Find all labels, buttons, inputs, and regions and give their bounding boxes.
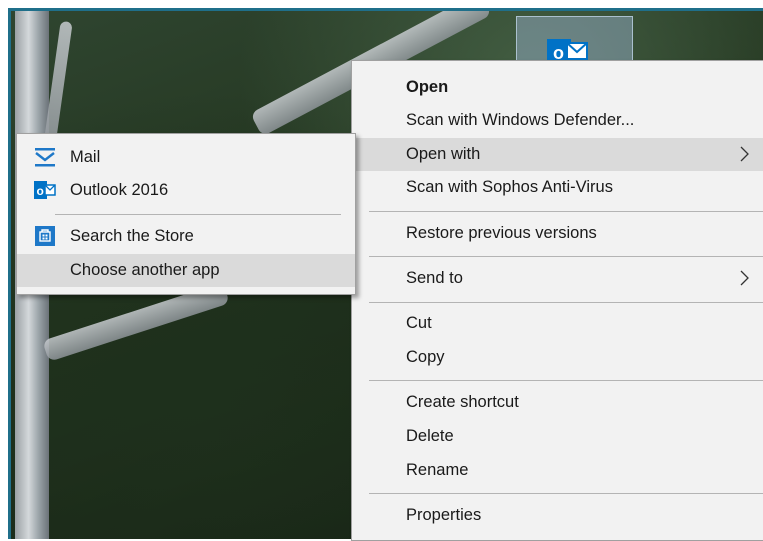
menu-item-cut[interactable]: Cut xyxy=(352,307,763,340)
menu-item-delete[interactable]: Delete xyxy=(352,420,763,453)
menu-item-label: Rename xyxy=(406,461,469,479)
menu-separator xyxy=(369,380,763,381)
submenu-item-search-store[interactable]: Search the Store xyxy=(17,220,355,253)
context-menu: Open Scan with Windows Defender... Open … xyxy=(351,60,763,541)
submenu-item-outlook-2016[interactable]: o Outlook 2016 xyxy=(17,174,355,207)
submenu-item-label: Outlook 2016 xyxy=(70,181,169,199)
open-with-submenu: Mail o Outlook 2016 Search the Store Cho… xyxy=(16,133,356,295)
menu-separator xyxy=(369,211,763,212)
menu-item-label: Open with xyxy=(406,145,481,163)
menu-separator xyxy=(369,302,763,303)
submenu-item-choose-another-app[interactable]: Choose another app xyxy=(17,254,355,287)
submenu-item-mail[interactable]: Mail xyxy=(17,141,355,174)
menu-item-properties[interactable]: Properties xyxy=(352,499,763,532)
menu-item-label: Restore previous versions xyxy=(406,224,597,242)
menu-item-copy[interactable]: Copy xyxy=(352,341,763,374)
menu-item-label: Properties xyxy=(406,506,482,524)
menu-item-rename[interactable]: Rename xyxy=(352,454,763,487)
submenu-item-label: Choose another app xyxy=(70,261,220,279)
menu-item-label: Copy xyxy=(406,348,445,366)
menu-item-restore-previous-versions[interactable]: Restore previous versions xyxy=(352,217,763,250)
outlook-file-desktop-icon[interactable]: o xyxy=(516,16,633,66)
chevron-right-icon xyxy=(740,270,749,286)
menu-separator xyxy=(369,493,763,494)
menu-item-label: Delete xyxy=(406,427,454,445)
menu-item-open[interactable]: Open xyxy=(352,71,763,104)
menu-item-scan-windows-defender[interactable]: Scan with Windows Defender... xyxy=(352,104,763,137)
menu-item-label: Send to xyxy=(406,269,463,287)
menu-item-label: Scan with Windows Defender... xyxy=(406,111,635,129)
menu-separator xyxy=(369,256,763,257)
menu-item-scan-sophos[interactable]: Scan with Sophos Anti-Virus xyxy=(352,171,763,204)
menu-separator xyxy=(55,214,341,215)
menu-item-open-with[interactable]: Open with xyxy=(352,138,763,171)
chevron-right-icon xyxy=(740,146,749,162)
submenu-item-label: Mail xyxy=(70,148,101,166)
mail-icon xyxy=(35,148,55,167)
outlook-icon: o xyxy=(34,181,56,199)
menu-item-label: Create shortcut xyxy=(406,393,519,411)
menu-item-create-shortcut[interactable]: Create shortcut xyxy=(352,386,763,419)
svg-text:o: o xyxy=(37,184,44,198)
menu-item-label: Scan with Sophos Anti-Virus xyxy=(406,178,613,196)
menu-item-label: Open xyxy=(406,78,449,96)
submenu-item-label: Search the Store xyxy=(70,227,194,245)
menu-item-label: Cut xyxy=(406,314,432,332)
menu-item-send-to[interactable]: Send to xyxy=(352,262,763,295)
store-icon xyxy=(35,226,55,246)
